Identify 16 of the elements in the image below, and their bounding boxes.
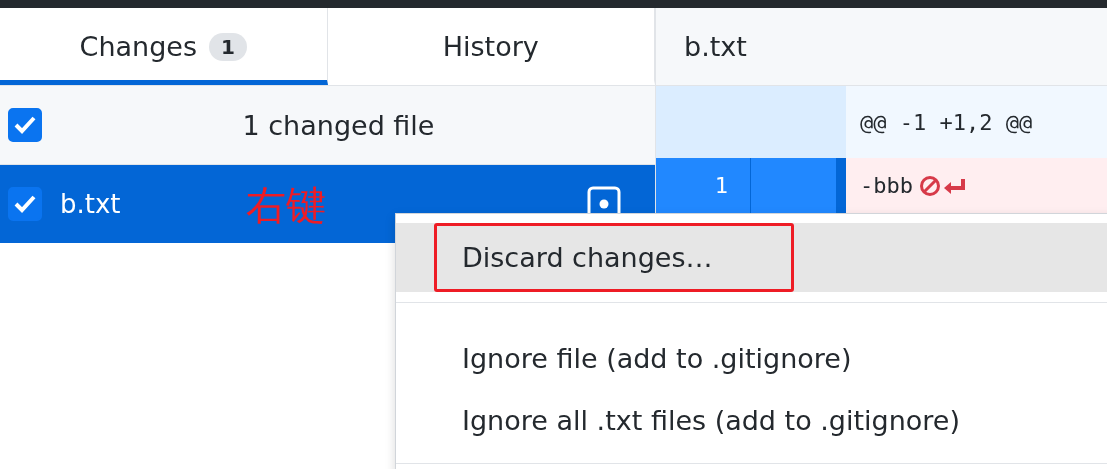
select-all-checkbox[interactable]: [8, 108, 42, 142]
file-checkbox[interactable]: [8, 187, 42, 221]
menu-item[interactable]: Ignore file (add to .gitignore): [396, 327, 1107, 389]
line-number: 1: [714, 173, 728, 198]
diff-file-title: b.txt: [656, 8, 1107, 86]
checkmark-icon: [14, 195, 36, 213]
menu-item[interactable]: Ignore all .txt files (add to .gitignore): [396, 389, 1107, 451]
hunk-header: @@ -1 +1,2 @@: [860, 109, 1033, 135]
code-line: -bbb: [860, 173, 913, 198]
count-badge: 1: [209, 32, 247, 61]
menu-item[interactable]: Discard changes…: [396, 223, 1107, 292]
checkmark-icon: [14, 116, 36, 134]
changed-files-count: 1 changed file: [241, 109, 436, 141]
file-name: b.txt: [60, 189, 121, 219]
tab[interactable]: History: [327, 8, 655, 85]
annotation-text: 右键: [246, 181, 326, 230]
